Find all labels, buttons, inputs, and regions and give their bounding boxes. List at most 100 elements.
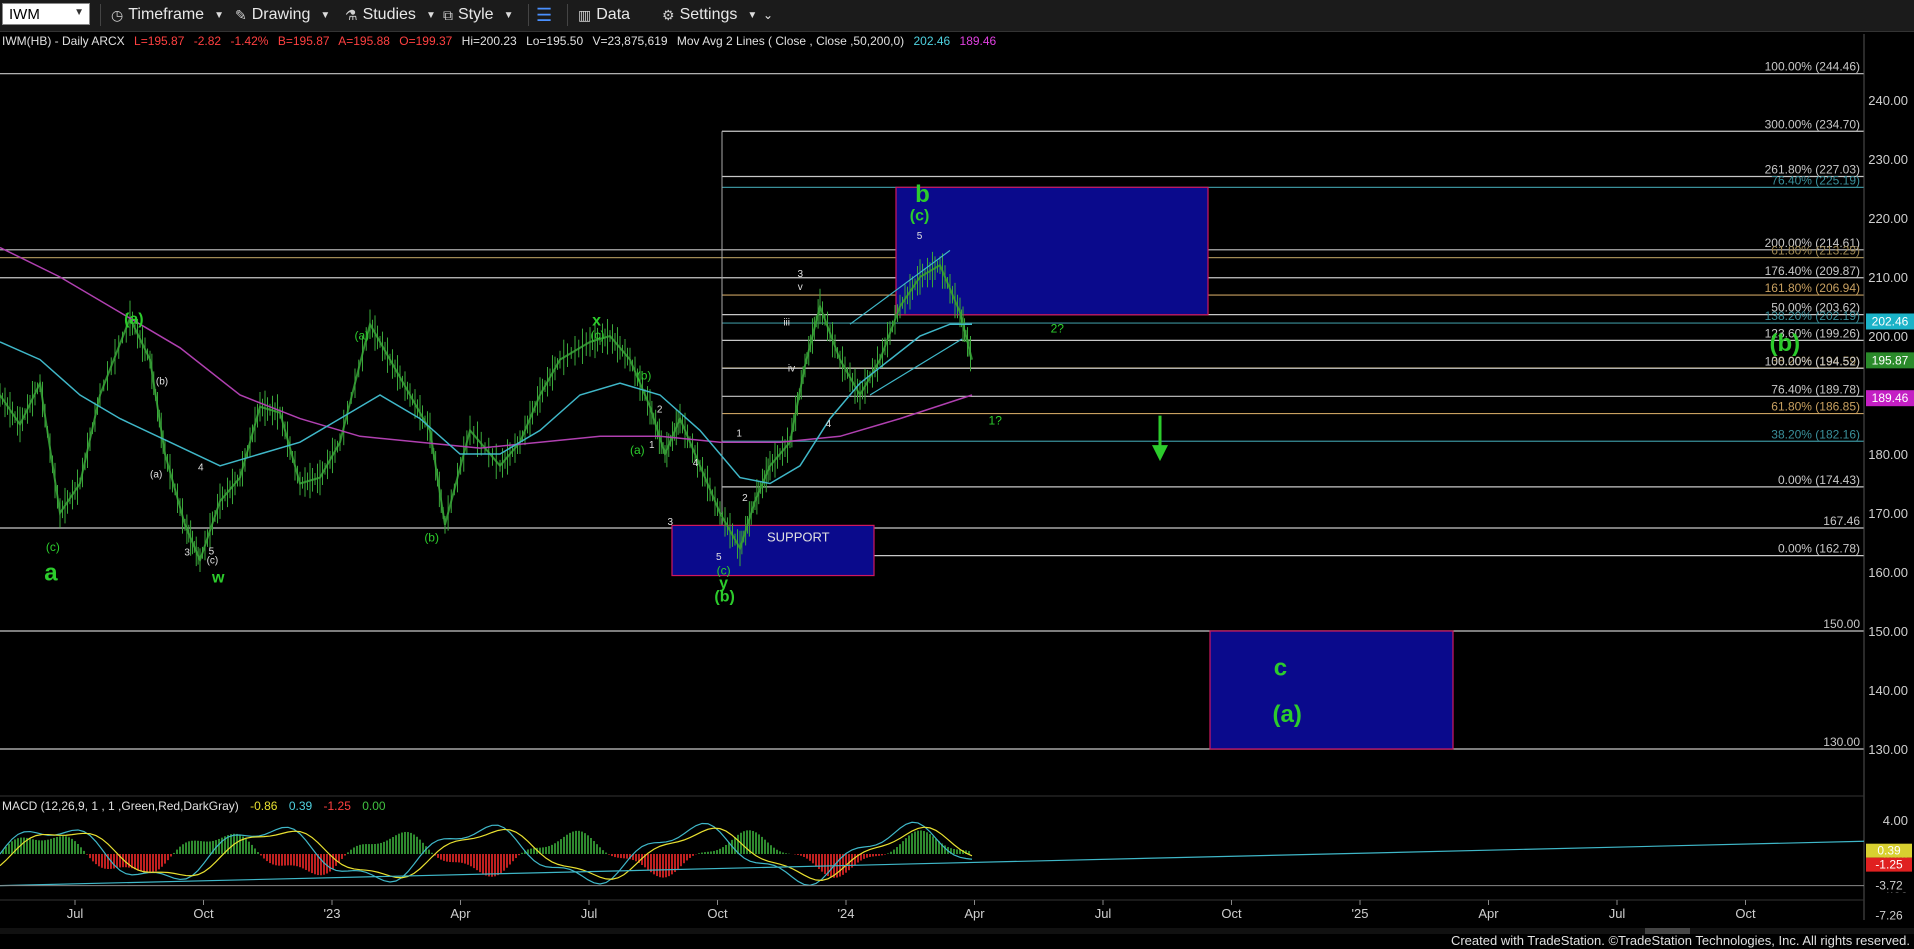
fib-level-label: 150.00	[1823, 617, 1860, 631]
price-tick-label: 240.00	[1868, 93, 1908, 108]
wave-label: (c)	[591, 328, 605, 342]
wave-label: 1?	[989, 414, 1003, 428]
header-high: Hi=200.23	[462, 34, 517, 48]
header-ma50: 202.46	[913, 34, 950, 48]
wave-label: (c)	[910, 207, 930, 224]
macd-tag-label: 0.39	[1877, 844, 1901, 858]
header-title: IWM(HB) - Daily ARCX	[2, 34, 125, 48]
wave-label: 1	[736, 428, 742, 439]
wave-label: w	[211, 570, 225, 587]
fib-level-label: 61.80% (186.85)	[1771, 400, 1860, 414]
wave-label: (b)	[1769, 330, 1800, 357]
wave-label: iv	[788, 363, 795, 374]
price-tick-label: 130.00	[1868, 742, 1908, 757]
time-tick-label: Oct	[1735, 906, 1756, 921]
price-tick-label: 200.00	[1868, 329, 1908, 344]
time-axis: Jul Oct '23 Apr Jul Oct '24 Apr Jul Oct '25 Apr Jul O…	[0, 899, 1864, 921]
fib-level-label: 76.40% (225.19)	[1771, 173, 1860, 187]
fib-level-label: 38.20% (182.16)	[1771, 427, 1860, 441]
wave-label: (a)	[1273, 701, 1302, 728]
wave-label: (a)	[354, 329, 369, 343]
price-tick-label: 170.00	[1868, 506, 1908, 521]
ma50-line	[0, 323, 972, 485]
wave-label: 5	[716, 552, 722, 563]
fib-level-label: 76.40% (189.78)	[1771, 382, 1860, 396]
wave-label: 1	[649, 440, 655, 451]
price-tick-label: 210.00	[1868, 270, 1908, 285]
time-tick-label: '23	[324, 906, 341, 921]
fib-level-label: 61.80% (213.29)	[1771, 244, 1860, 258]
macd-value-3: -1.25	[324, 799, 352, 813]
time-tick-label: Jul	[67, 906, 84, 921]
fib-level-label: 138.20% (202.19)	[1765, 309, 1860, 323]
header-bid: B=195.87	[278, 34, 330, 48]
price-tag-label: 189.46	[1872, 391, 1909, 405]
header-open: O=199.37	[399, 34, 452, 48]
fib-level-label: 100.00% (244.46)	[1765, 60, 1860, 74]
header-last: L=195.87	[134, 34, 185, 48]
macd-tag-label: -3.72	[1875, 879, 1903, 893]
wave-label: 5	[917, 231, 923, 242]
time-tick-label: '25	[1352, 906, 1369, 921]
wave-label: 3	[667, 517, 673, 528]
wave-label: 3	[184, 547, 190, 558]
time-tick-label: Oct	[1221, 906, 1242, 921]
target-boxes: SUPPORT	[671, 186, 1454, 750]
macd-value-4: 0.00	[362, 799, 386, 813]
c-target-box	[1209, 630, 1454, 750]
macd-value-1: -0.86	[250, 799, 278, 813]
time-tick-label: Oct	[707, 906, 728, 921]
wave-label: (a)	[124, 311, 144, 328]
macd-header: MACD (12,26,9, 1 , 1 ,Green,Red,DarkGray…	[2, 799, 386, 813]
fib-level-label: 0.00% (174.43)	[1778, 473, 1860, 487]
wave-label: (b)	[424, 530, 439, 544]
fib-level-label: 167.46	[1823, 514, 1860, 528]
macd-value-2: 0.39	[289, 799, 313, 813]
fib-level-label: 0.00% (162.78)	[1778, 542, 1860, 556]
time-tick-label: Apr	[1478, 906, 1499, 921]
wave-label: 2?	[1051, 321, 1065, 335]
wave-label: 2	[742, 493, 748, 504]
fib-level-label: 176.40% (209.87)	[1765, 264, 1860, 278]
price-tag-label: 202.46	[1872, 314, 1909, 328]
b-target-box	[895, 186, 1209, 316]
time-tick-label: Apr	[964, 906, 985, 921]
wave-label: (a)	[150, 470, 162, 481]
macd-tag-label: -7.26	[1875, 909, 1903, 923]
price-series	[0, 263, 973, 564]
credit-text: Created with TradeStation. ©TradeStation…	[1450, 933, 1910, 948]
support-label: SUPPORT	[767, 529, 830, 544]
macd-panel: 4.000.00-4.000.39-1.25-3.72-7.26	[0, 795, 1912, 923]
header-change: -2.82	[194, 34, 222, 48]
header-study: Mov Avg 2 Lines ( Close , Close ,50,200,…	[677, 34, 904, 48]
price-tick-label: 180.00	[1868, 447, 1908, 462]
wave-label: v	[798, 282, 803, 293]
price-axis: 240.00230.00220.00210.00200.00190.00180.…	[1863, 34, 1914, 920]
macd-tag-label: -1.25	[1875, 858, 1903, 872]
wave-label: (b)	[637, 369, 652, 383]
fib-level-label: 300.00% (234.70)	[1765, 117, 1860, 131]
time-tick-label: Jul	[581, 906, 598, 921]
wave-label: 4	[198, 463, 204, 474]
chart-header: IWM(HB) - Daily ARCX L=195.87 -2.82 -1.4…	[2, 34, 997, 48]
wave-label: (a)	[630, 443, 645, 457]
wave-label: iii	[783, 317, 790, 328]
wave-label: (c)	[46, 540, 60, 554]
price-chart[interactable]: 100.00% (244.46) 300.00% (234.70) 2 61.80% …	[0, 0, 1914, 949]
wave-label: b	[915, 181, 930, 208]
wave-label: a	[44, 559, 58, 586]
wave-label: c	[1274, 654, 1287, 681]
header-low: Lo=195.50	[526, 34, 583, 48]
macd-tick-label: 4.00	[1883, 813, 1908, 828]
header-ask: A=195.88	[338, 34, 390, 48]
fib-level-label: 161.80% (206.94)	[1765, 281, 1860, 295]
price-tick-label: 140.00	[1868, 683, 1908, 698]
fib-level-label: 130.00	[1823, 735, 1860, 749]
price-tag-label: 195.87	[1872, 353, 1909, 367]
header-change-pct: -1.42%	[230, 34, 268, 48]
price-tick-label: 160.00	[1868, 565, 1908, 580]
time-tick-label: Jul	[1095, 906, 1112, 921]
header-volume: V=23,875,619	[592, 34, 667, 48]
fib-lines: 100.00% (244.46) 300.00% (234.70) 2 61.80% …	[0, 60, 1864, 750]
wave-label: (b)	[156, 376, 168, 387]
